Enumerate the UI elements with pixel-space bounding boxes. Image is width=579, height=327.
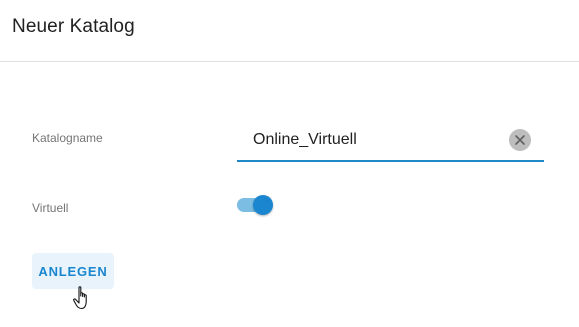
catalog-name-value[interactable]: Online_Virtuell bbox=[253, 131, 357, 149]
new-catalog-dialog: Neuer Katalog Katalogname Online_Virtuel… bbox=[0, 0, 579, 327]
catalog-name-field[interactable]: Online_Virtuell bbox=[237, 120, 544, 162]
toggle-thumb bbox=[253, 195, 273, 215]
hand-pointer-cursor-icon bbox=[73, 286, 87, 310]
create-button[interactable]: ANLEGEN bbox=[32, 253, 114, 289]
close-icon bbox=[515, 135, 525, 145]
dialog-header: Neuer Katalog bbox=[0, 0, 579, 62]
clear-button[interactable] bbox=[509, 129, 531, 151]
virtual-toggle[interactable] bbox=[237, 194, 273, 216]
virtual-label: Virtuell bbox=[32, 201, 69, 215]
catalog-name-label: Katalogname bbox=[32, 131, 103, 145]
dialog-title: Neuer Katalog bbox=[12, 16, 135, 37]
